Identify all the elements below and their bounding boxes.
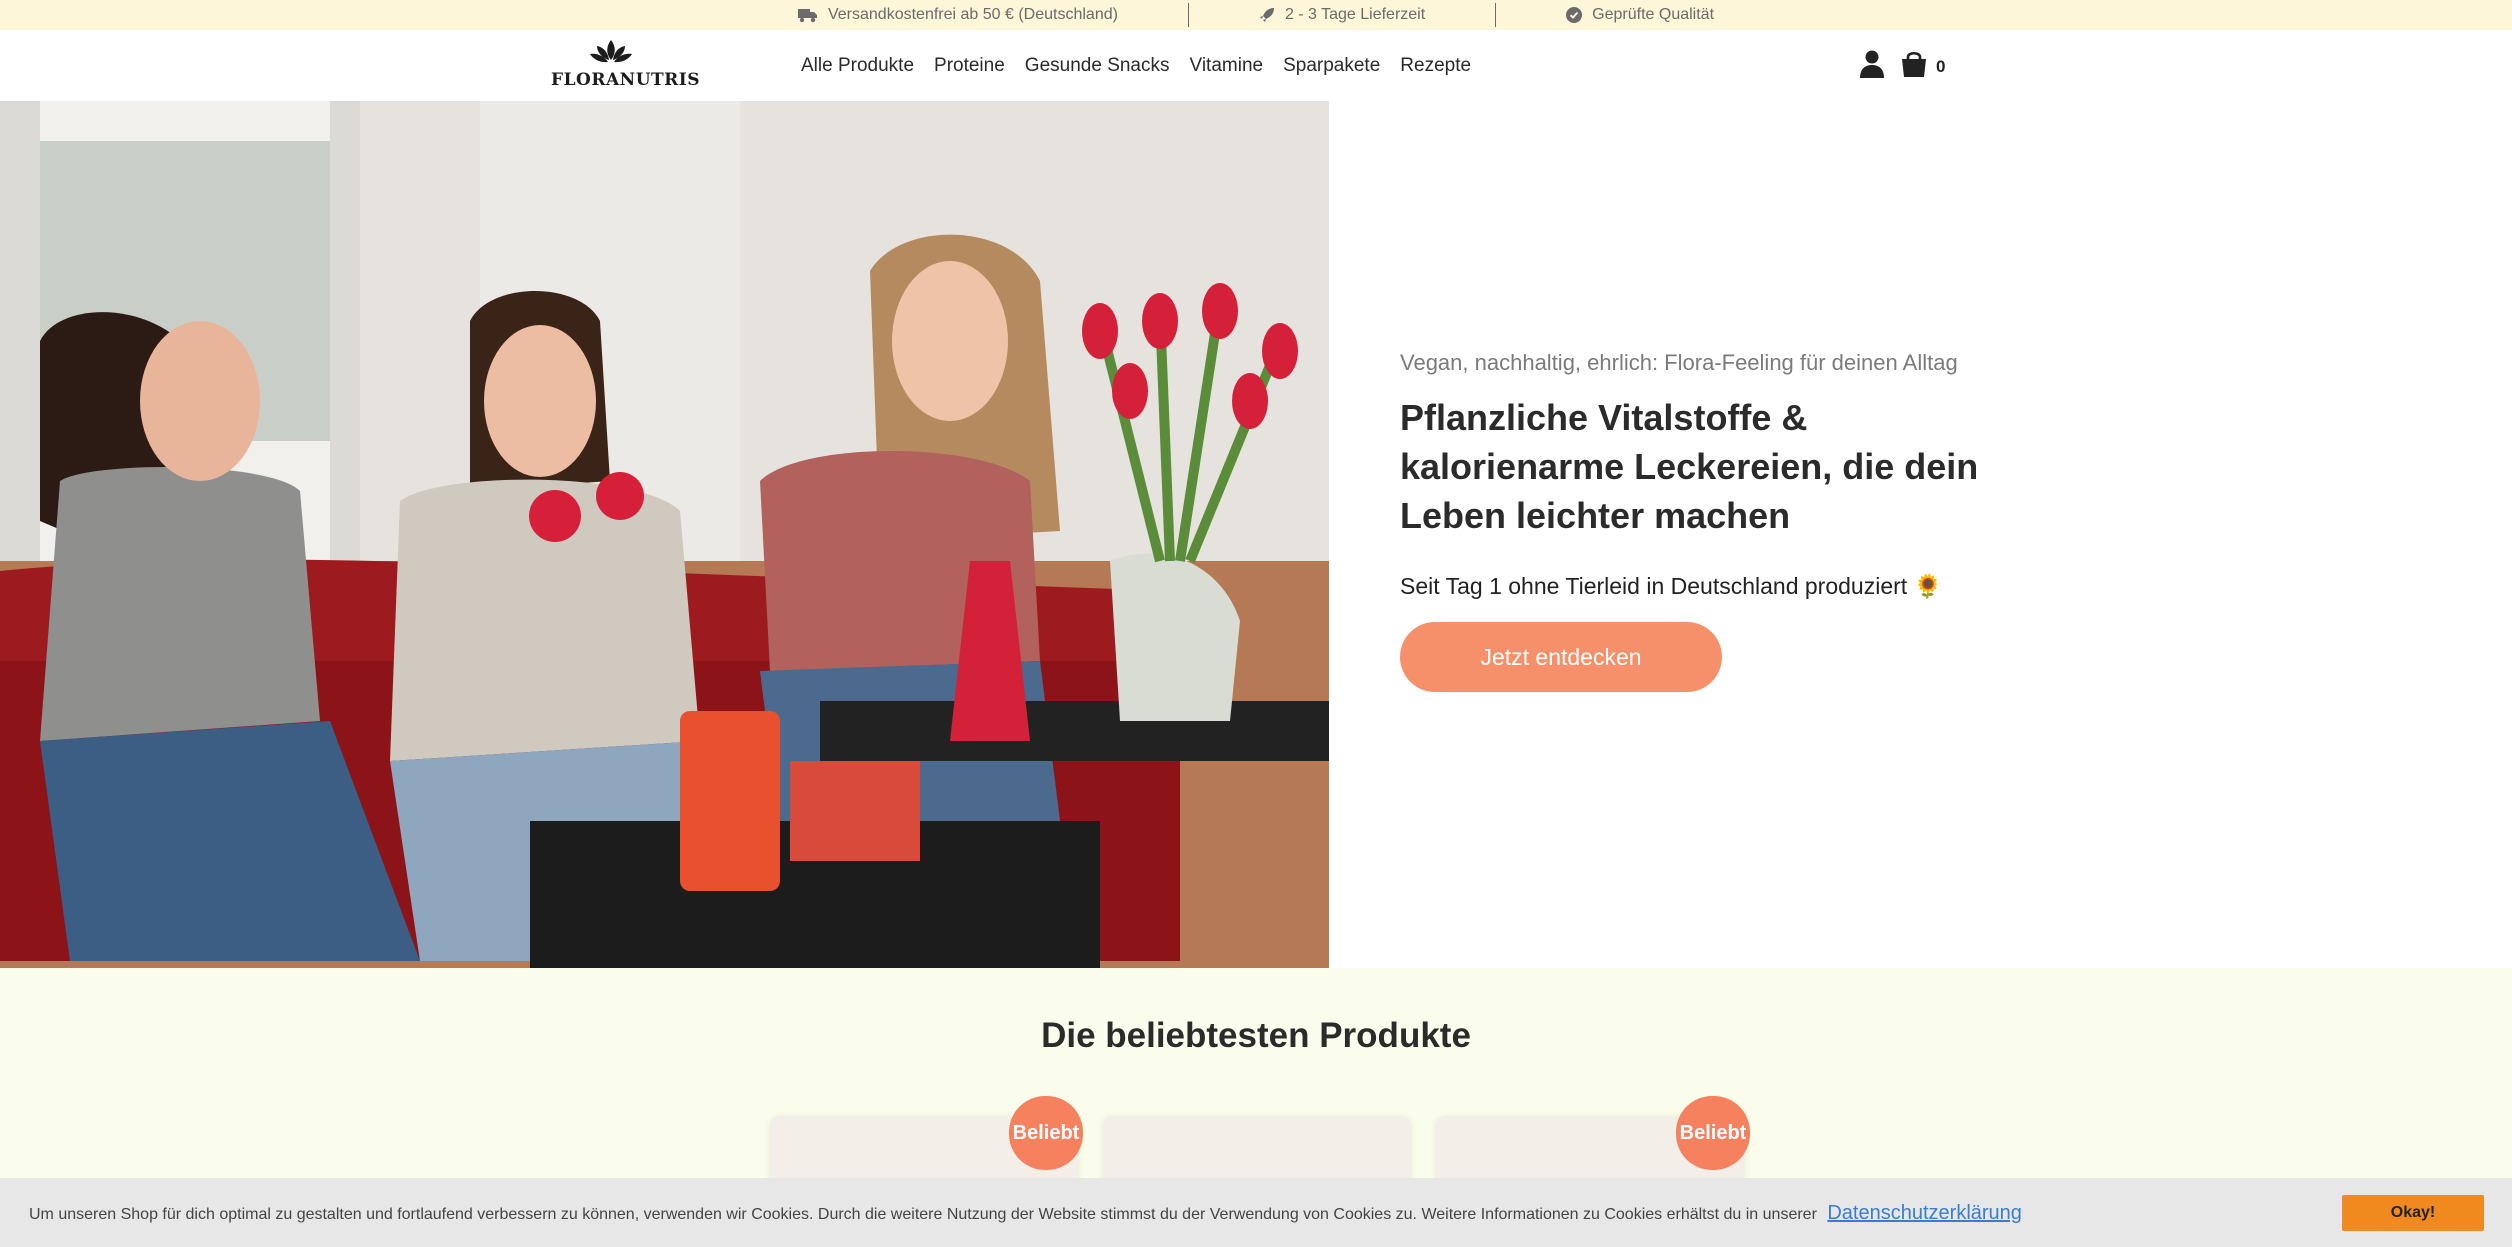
check-circle-icon [1566, 7, 1583, 23]
truck-icon [797, 7, 818, 23]
section-title: Die beliebtesten Produkte [1041, 1016, 1471, 1055]
nav-item-proteine[interactable]: Proteine [934, 55, 1005, 77]
shipping-info: Versandkostenfrei ab 50 € (Deutschland) [728, 3, 1188, 27]
cart-count: 0 [1936, 56, 1946, 76]
nav-item-rezepte[interactable]: Rezepte [1400, 55, 1471, 77]
cookie-banner: Um unseren Shop für dich optimal zu gest… [0, 1178, 2512, 1247]
cookie-text-row: Um unseren Shop für dich optimal zu gest… [29, 1202, 2022, 1225]
quality-text: Geprüfte Qualität [1592, 6, 1715, 23]
header-actions: 0 [1860, 50, 1945, 83]
nav-item-sparpakete[interactable]: Sparpakete [1283, 55, 1380, 77]
top-info-bar: Versandkostenfrei ab 50 € (Deutschland) … [0, 0, 2512, 30]
hero-copy: Vegan, nachhaltig, ehrlich: Flora-Feelin… [1400, 347, 2000, 692]
nav-item-alle-produkte[interactable]: Alle Produkte [801, 55, 914, 77]
user-icon[interactable] [1860, 50, 1884, 83]
logo[interactable]: FLORANUTRIS [551, 38, 701, 94]
hero-subtitle: Seit Tag 1 ohne Tierleid in Deutschland … [1400, 573, 1943, 599]
hero-title: Pflanzliche Vitalstoffe & kalorienarme L… [1400, 397, 1979, 536]
discover-button[interactable]: Jetzt entdecken [1400, 622, 1722, 692]
delivery-text: 2 - 3 Tage Lieferzeit [1284, 6, 1426, 23]
hero-kicker: Vegan, nachhaltig, ehrlich: Flora-Feelin… [1400, 350, 1958, 375]
hero-section: Vegan, nachhaltig, ehrlich: Flora-Feelin… [0, 101, 2512, 968]
nav-item-vitamine[interactable]: Vitamine [1190, 55, 1264, 77]
main-nav: Alle Produkte Proteine Gesunde Snacks Vi… [801, 30, 1471, 101]
popular-badge: Beliebt [1676, 1096, 1750, 1170]
delivery-info: 2 - 3 Tage Lieferzeit [1189, 3, 1495, 27]
cookie-text: Um unseren Shop für dich optimal zu gest… [29, 1206, 1817, 1223]
lotus-icon [590, 40, 632, 63]
nav-item-gesunde-snacks[interactable]: Gesunde Snacks [1025, 55, 1170, 77]
shipping-text: Versandkostenfrei ab 50 € (Deutschland) [827, 6, 1118, 23]
cart-icon[interactable] [1900, 50, 1928, 83]
privacy-link[interactable]: Datenschutzerklärung [1827, 1202, 2022, 1224]
quality-info: Geprüfte Qualität [1496, 3, 1784, 27]
cookie-accept-button[interactable]: Okay! [2342, 1195, 2484, 1231]
logo-text: FLORANUTRIS [551, 70, 701, 90]
site-header: FLORANUTRIS Alle Produkte Proteine Gesun… [0, 30, 2512, 101]
hero-image [0, 101, 1329, 968]
popular-badge: Beliebt [1009, 1096, 1083, 1170]
rocket-icon [1259, 7, 1275, 23]
